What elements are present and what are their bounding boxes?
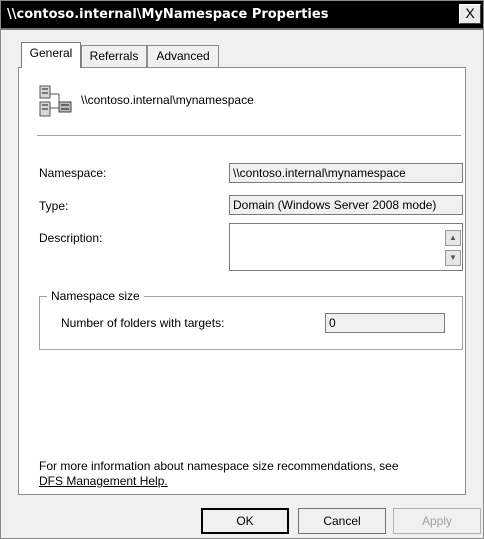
properties-dialog: \\contoso.internal\MyNamespace Propertie… [0, 0, 484, 539]
ok-button[interactable]: OK [201, 508, 289, 534]
cancel-button[interactable]: Cancel [298, 508, 386, 534]
dfs-management-help-link[interactable]: DFS Management Help. [39, 474, 168, 488]
apply-button[interactable]: Apply [393, 508, 481, 534]
scroll-up-arrow-icon[interactable]: ▲ [445, 230, 461, 246]
general-tab-panel [18, 67, 466, 495]
tab-general[interactable]: General [21, 42, 81, 68]
namespace-field[interactable]: \\contoso.internal\mynamespace [229, 163, 463, 183]
info-text: For more information about namespace siz… [39, 459, 399, 473]
close-button[interactable]: X [459, 4, 481, 24]
scroll-down-arrow-icon[interactable]: ▼ [445, 250, 461, 266]
tab-referrals[interactable]: Referrals [81, 45, 147, 67]
separator [37, 135, 461, 137]
title-bar[interactable]: \\contoso.internal\MyNamespace Propertie… [1, 1, 483, 30]
description-label: Description: [39, 231, 103, 245]
namespace-server-icon [39, 85, 72, 117]
namespace-label: Namespace: [39, 166, 107, 180]
folders-with-targets-field[interactable]: 0 [325, 313, 445, 333]
type-label: Type: [39, 199, 69, 213]
folders-with-targets-label: Number of folders with targets: [61, 316, 225, 330]
namespace-size-title: Namespace size [47, 289, 144, 303]
description-textarea[interactable] [229, 223, 463, 271]
namespace-path-heading: \\contoso.internal\mynamespace [81, 93, 254, 107]
window-title: \\contoso.internal\MyNamespace Propertie… [7, 7, 329, 22]
type-field[interactable]: Domain (Windows Server 2008 mode) [229, 195, 463, 215]
tab-advanced[interactable]: Advanced [147, 45, 219, 67]
